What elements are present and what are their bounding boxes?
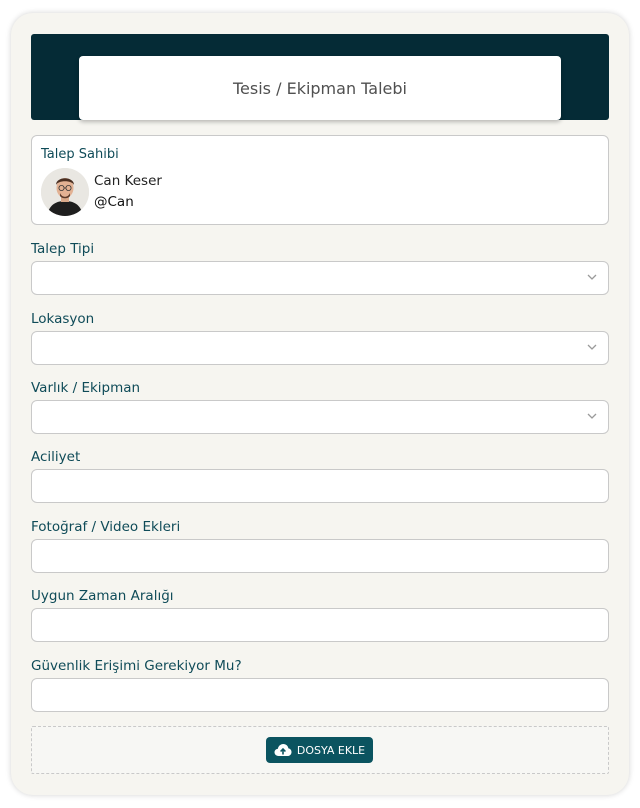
urgency-input[interactable] [31, 469, 609, 503]
time-window-input[interactable] [31, 608, 609, 642]
request-type-select[interactable] [31, 261, 609, 295]
form-title-text: Tesis / Ekipman Talebi [233, 78, 407, 98]
request-type-label: Talep Tipi [31, 241, 95, 257]
chevron-down-icon [587, 274, 597, 280]
media-input[interactable] [31, 539, 609, 573]
add-file-button[interactable]: DOSYA EKLE [266, 737, 373, 763]
location-label: Lokasyon [31, 311, 95, 327]
requester-handle: @Can [94, 194, 134, 210]
requester-name: Can Keser [94, 173, 162, 189]
avatar [41, 168, 89, 216]
requester-label: Talep Sahibi [41, 147, 119, 162]
chevron-down-icon [587, 413, 597, 419]
urgency-label: Aciliyet [31, 449, 81, 465]
chevron-down-icon [587, 344, 597, 350]
security-access-label: Güvenlik Erişimi Gerekiyor Mu? [31, 658, 242, 674]
asset-label: Varlık / Ekipman [31, 380, 141, 396]
location-select[interactable] [31, 331, 609, 365]
time-window-label: Uygun Zaman Aralığı [31, 588, 174, 604]
add-file-label: DOSYA EKLE [296, 743, 366, 757]
security-access-input[interactable] [31, 678, 609, 712]
form-title: Tesis / Ekipman Talebi [79, 56, 561, 120]
media-label: Fotoğraf / Video Ekleri [31, 519, 181, 535]
cloud-upload-icon [274, 744, 292, 756]
requester-card: Talep Sahibi Can Keser @Can [31, 135, 609, 225]
asset-select[interactable] [31, 400, 609, 434]
